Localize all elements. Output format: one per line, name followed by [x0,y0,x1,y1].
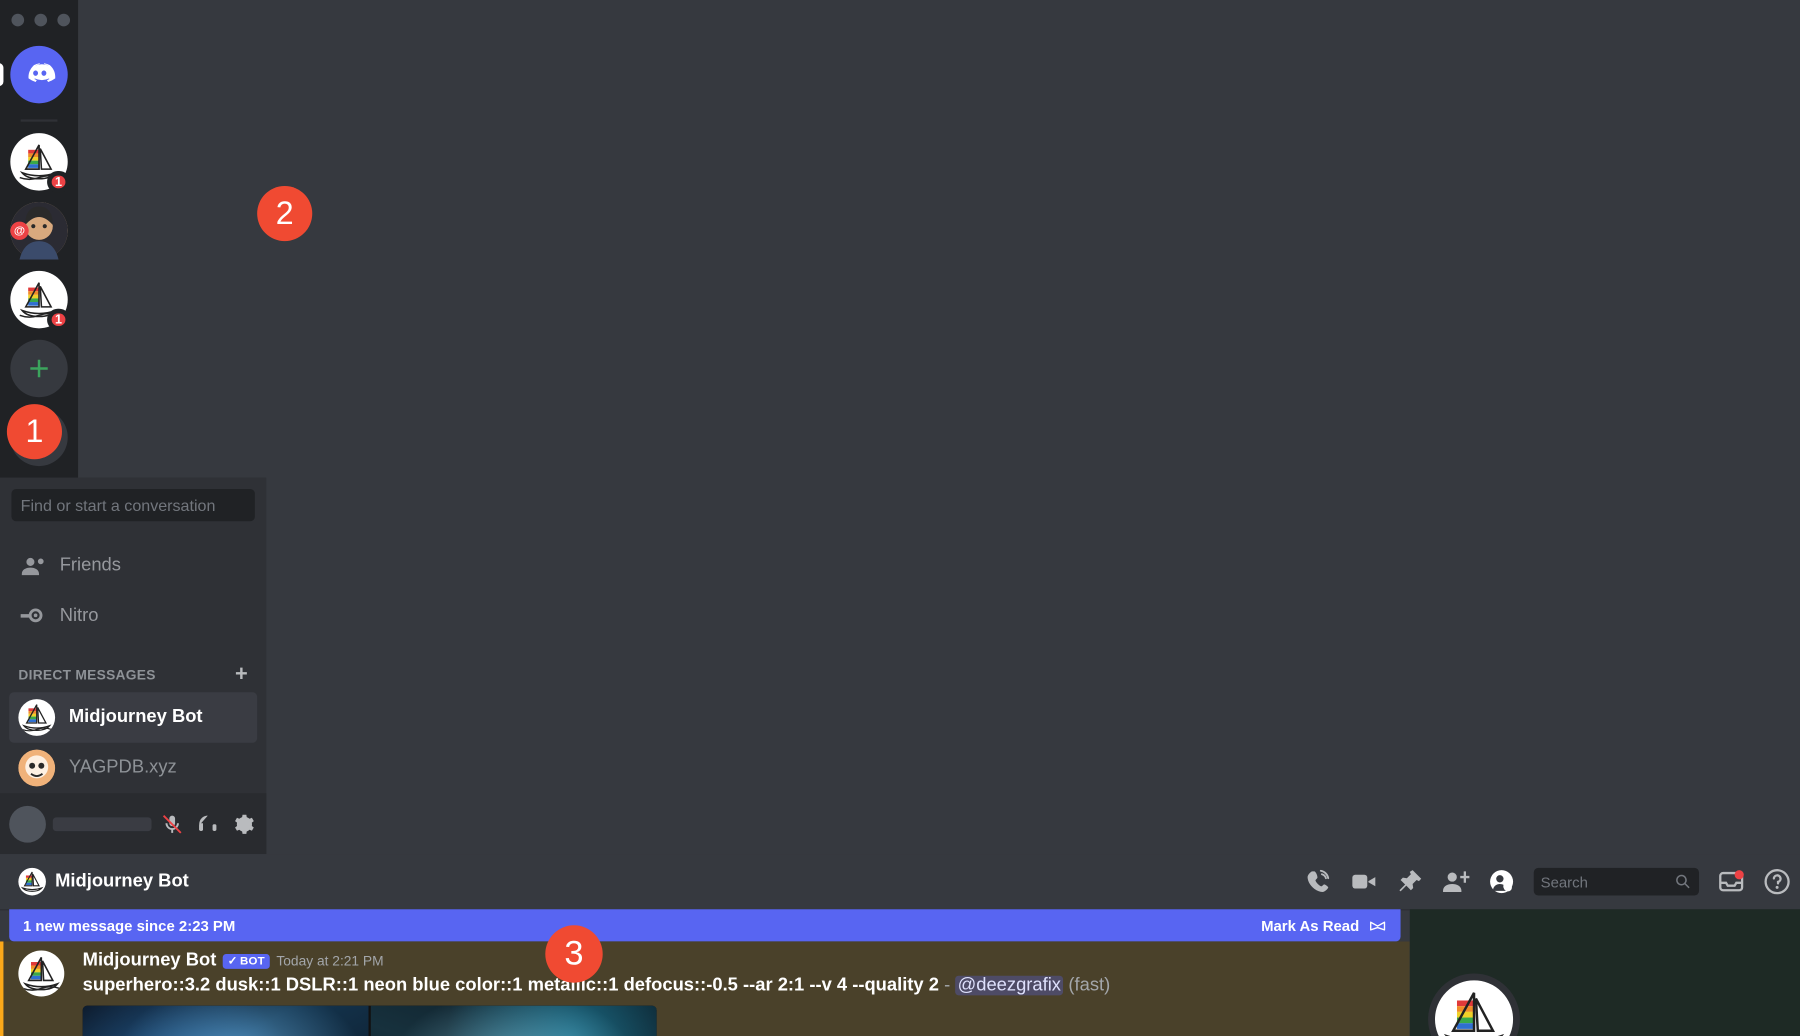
sailboat-icon [18,951,64,997]
username-placeholder [53,817,152,831]
user-panel [0,793,266,854]
bot-label: BOT [240,955,265,968]
mention-badge: @ [10,222,28,240]
direct-messages-label: DIRECT MESSAGES [18,666,155,682]
sailboat-icon [1436,982,1512,1036]
server-icon-2[interactable]: @ [10,202,67,259]
mark-as-read-button[interactable]: Mark As Read [1261,916,1387,934]
conversation-search-bar: Find or start a conversation [0,478,266,533]
mute-button[interactable] [158,805,186,842]
dm-list: Friends Nitro DIRECT MESSAGES + [0,533,266,794]
current-user-name [53,817,152,831]
sidebar-item-label: Friends [60,556,121,577]
server-icon-3[interactable]: 1 [10,271,67,328]
add-friends-to-dm-icon[interactable] [1442,868,1470,896]
gear-icon [232,812,255,835]
user-mention[interactable]: @deezgrafix [955,976,1063,996]
start-video-call-icon[interactable] [1350,868,1378,896]
rail-divider [21,119,58,121]
search-input[interactable]: Search [1534,868,1699,896]
dm-midjourney-bot[interactable]: Midjourney Bot [9,692,257,743]
search-icon [1674,872,1692,890]
window-controls[interactable] [11,14,70,27]
grid-image-2[interactable] [371,1006,657,1036]
inbox-icon[interactable] [1717,868,1745,896]
direct-messages-section-header: DIRECT MESSAGES + [9,643,257,692]
yagpdb-avatar-icon [18,750,55,787]
channel-body: 1 new message since 2:23 PM Mark As Read [0,909,1800,1036]
dm-sidebar: Find or start a conversation Friends Nit… [0,478,266,855]
conversation-search-input[interactable]: Find or start a conversation [11,489,254,521]
active-pill [0,63,3,86]
grid-image-1[interactable] [83,1006,369,1036]
channel-actions: Search [1304,868,1791,896]
user-settings-button[interactable] [229,805,257,842]
friends-icon [18,552,46,580]
sidebar-item-label: Nitro [60,606,99,627]
discord-logo-icon [22,57,56,91]
avatar[interactable] [18,951,64,997]
channel-main: Midjourney Bot Search 1 new message sinc… [0,854,1800,1036]
discord-window: 1 @ [0,0,1800,1036]
user-profile-icon[interactable] [1488,868,1516,896]
channel-avatar [18,868,46,896]
pinned-messages-icon[interactable] [1396,868,1424,896]
message-prompt: superhero::3.2 dusk::1 DSLR::1 neon blue… [83,976,939,996]
microphone-muted-icon [161,812,184,835]
message-column: 1 new message since 2:23 PM Mark As Read [0,909,1410,1036]
message-author[interactable]: Midjourney Bot [83,951,217,972]
headphones-icon [196,812,219,835]
page-title: Midjourney Bot [55,871,189,892]
unread-badge: 1 [47,309,70,331]
create-dm-button[interactable]: + [235,664,248,686]
sidebar-item-friends[interactable]: Friends [9,542,257,590]
new-messages-bar[interactable]: 1 new message since 2:23 PM Mark As Read [9,909,1400,941]
search-placeholder: Search [1541,873,1588,890]
message-header: Midjourney Bot ✓ BOT Today at 2:21 PM [83,951,1355,972]
message-body: superhero::3.2 dusk::1 DSLR::1 neon blue… [83,974,1355,999]
window-maximize-dot[interactable] [57,14,70,27]
mark-read-icon [1368,916,1386,934]
current-user-avatar[interactable] [9,805,46,842]
deafen-button[interactable] [194,805,222,842]
avatar [18,699,55,736]
new-messages-text: 1 new message since 2:23 PM [23,917,235,934]
unread-badge: 1 [47,171,70,193]
mark-as-read-label: Mark As Read [1261,917,1359,934]
avatar [18,750,55,787]
plus-icon [24,354,54,384]
dm-yagpdb[interactable]: YAGPDB.xyz [9,743,257,794]
image-grid-attachment[interactable] [83,1006,657,1036]
help-icon[interactable] [1763,868,1791,896]
home-button[interactable] [10,46,67,103]
message-suffix: (fast) [1068,976,1110,996]
message-timestamp: Today at 2:21 PM [276,953,383,969]
message-list: Midjourney Bot ✓ BOT Today at 2:21 PM su… [0,941,1410,1036]
annotation-marker-3: 3 [545,925,602,982]
dm-item-label: Midjourney Bot [69,707,203,728]
guild-rail: 1 @ [0,0,78,478]
start-voice-call-icon[interactable] [1304,868,1332,896]
window-close-dot[interactable] [11,14,24,27]
server-icon-1[interactable]: 1 [10,133,67,190]
add-server-button[interactable] [10,340,67,397]
message-content: Midjourney Bot ✓ BOT Today at 2:21 PM su… [83,951,1355,1036]
nitro-icon [18,603,46,631]
bot-badge: ✓ BOT [223,953,269,968]
message-separator: - [944,976,950,996]
dm-item-label: YAGPDB.xyz [69,758,177,779]
channel-header: Midjourney Bot Search [0,854,1800,909]
window-minimize-dot[interactable] [34,14,47,27]
sailboat-icon [18,699,55,736]
user-profile-panel: {/} Midjourney Bot Midjourney Bot#9282 ✓… [1410,909,1800,1036]
sidebar-item-nitro[interactable]: Nitro [9,592,257,640]
verified-check-icon: ✓ [228,955,238,968]
annotation-marker-2: 2 [257,186,312,241]
message-item: Midjourney Bot ✓ BOT Today at 2:21 PM su… [0,941,1410,1036]
sailboat-icon [18,868,46,896]
annotation-marker-1: 1 [7,404,62,459]
